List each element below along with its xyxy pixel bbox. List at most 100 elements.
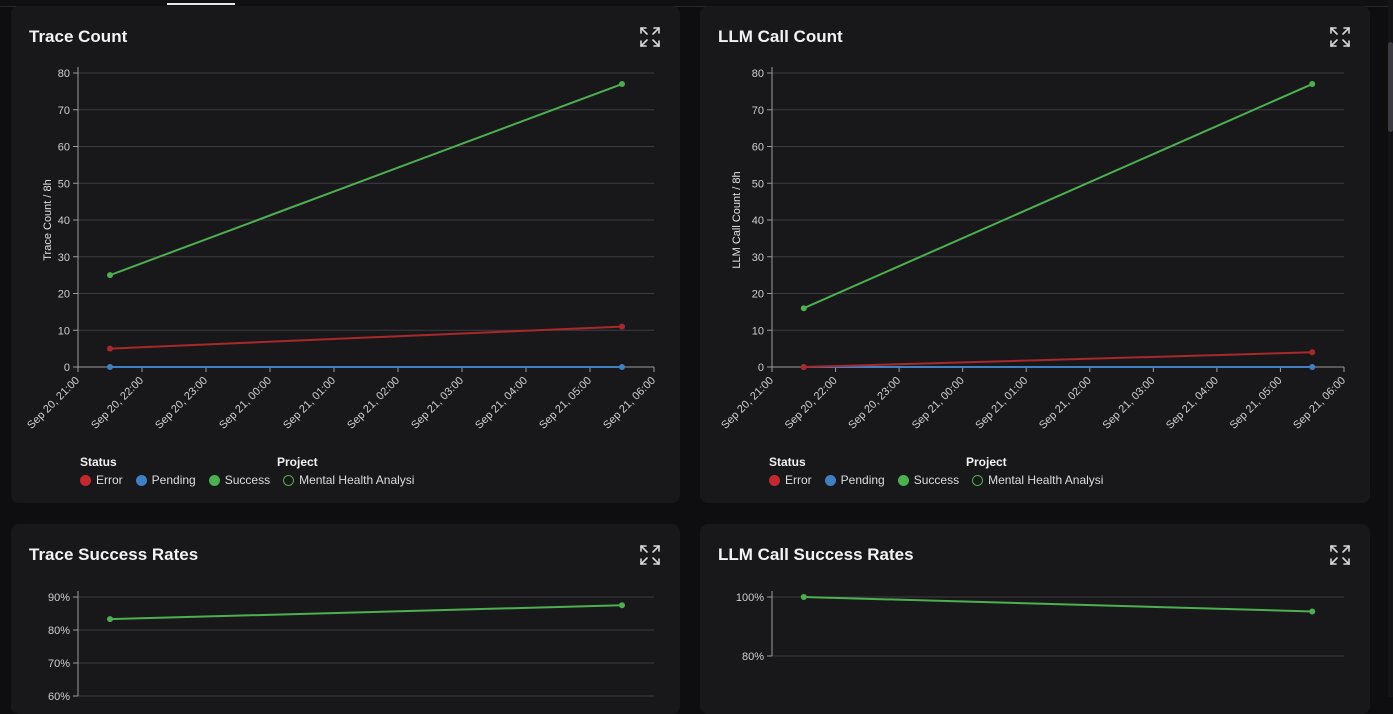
y-tick-label: 90%: [48, 592, 70, 604]
data-point-success[interactable]: [107, 616, 113, 623]
data-point-error[interactable]: [800, 364, 807, 370]
x-tick-label: Sep 21, 04:00: [473, 375, 530, 432]
y-tick-label: 70: [752, 105, 764, 117]
y-tick-label: 0: [758, 362, 764, 374]
x-tick-label: Sep 20, 21:00: [719, 375, 776, 432]
legend-swatch: [135, 474, 147, 486]
llm-call-count-legend: Status Project Error Pending Success Mental H…: [769, 455, 1116, 487]
y-axis-title: Trace Count / 8h: [42, 179, 54, 261]
y-tick-label: 100%: [736, 592, 764, 604]
data-point-pending[interactable]: [619, 364, 625, 370]
legend-label: Pending: [151, 473, 196, 487]
series-line-success: [803, 596, 1313, 613]
legend-swatch: [824, 474, 836, 486]
data-point-error[interactable]: [107, 345, 113, 352]
legend-item-success[interactable]: Success: [208, 473, 271, 487]
data-point-success[interactable]: [800, 305, 807, 312]
y-tick-label: 80%: [742, 651, 764, 663]
y-tick-label: 0: [64, 362, 70, 374]
series-line-success: [803, 83, 1313, 310]
legend-item-success[interactable]: Success: [897, 473, 960, 487]
data-point-pending[interactable]: [1309, 364, 1316, 370]
x-tick-label: Sep 21, 02:00: [345, 375, 402, 432]
y-tick-label: 20: [752, 289, 764, 301]
y-tick-label: 30: [58, 252, 70, 264]
x-tick-label: Sep 21, 05:00: [1228, 375, 1285, 432]
trace-count-chart: 0 10 20 30 40 50 60 70 80 Sep 20, 21:00 Sep 20, 22…: [25, 67, 658, 432]
x-tick-label: Sep 20, 23:00: [846, 375, 903, 432]
trace-count-legend: Status Project Error Pending Success Mental H…: [80, 455, 427, 487]
legend-item-error[interactable]: Error: [769, 473, 812, 487]
x-tick-label: Sep 21, 06:00: [601, 375, 658, 432]
y-tick-label: 40: [752, 215, 764, 227]
legend-label: Success: [913, 473, 960, 487]
legend-label: Success: [224, 473, 271, 487]
y-tick-label: 60: [58, 142, 70, 154]
trace-success-rates-card: Trace Success Rates 60% 70% 80% 90%: [11, 524, 680, 714]
series-line-success: [109, 604, 623, 621]
y-axis-title: LLM Call Count / 8h: [731, 171, 743, 268]
x-tick-label: Sep 20, 22:00: [89, 375, 146, 432]
x-tick-label: Sep 21, 00:00: [217, 375, 274, 432]
scrollbar-thumb[interactable]: [1388, 42, 1393, 132]
trace-count-card: Trace Count 0 10 20 30 40 50 60 70 80 Sep 20, 21:…: [11, 6, 680, 503]
y-tick-label: 50: [58, 178, 70, 190]
x-tick-label: Sep 20, 22:00: [783, 375, 840, 432]
y-tick-label: 30: [752, 252, 764, 264]
data-point-success[interactable]: [619, 602, 625, 609]
data-point-success[interactable]: [800, 594, 807, 600]
data-point-success[interactable]: [107, 272, 113, 279]
data-point-success[interactable]: [619, 81, 625, 88]
x-tick-label: Sep 21, 04:00: [1164, 375, 1221, 432]
y-tick-label: 20: [58, 289, 70, 301]
legend-label: Error: [96, 473, 123, 487]
y-tick-label: 70: [58, 105, 70, 117]
data-point-success[interactable]: [1309, 608, 1316, 615]
y-tick-label: 60%: [48, 691, 70, 703]
y-tick-label: 10: [752, 325, 764, 337]
legend-item-pending[interactable]: Pending: [135, 473, 196, 487]
llm-call-success-rates-chart: 80% 100%: [736, 591, 1344, 663]
legend-headers: Status Project: [769, 455, 1116, 469]
legend-swatch-outline: [283, 474, 295, 486]
legend-label: Pending: [840, 473, 885, 487]
legend-swatch: [769, 474, 780, 486]
data-point-error[interactable]: [1309, 349, 1316, 356]
legend-project-header: Project: [277, 455, 318, 469]
x-tick-label: Sep 21, 00:00: [910, 375, 967, 432]
legend-swatch-outline: [972, 474, 984, 486]
series-line-error: [803, 351, 1313, 368]
llm-call-count-chart: 0 10 20 30 40 50 60 70 80 Sep 20, 21:00 Sep 20, 22…: [719, 67, 1348, 432]
x-tick-label: Sep 21, 03:00: [409, 375, 466, 432]
legend-item-error[interactable]: Error: [80, 473, 123, 487]
y-tick-label: 10: [58, 325, 70, 337]
series-line-success: [109, 83, 623, 277]
x-tick-label: Sep 21, 01:00: [281, 375, 338, 432]
page-scrollbar[interactable]: [1388, 0, 1393, 697]
x-tick-label: Sep 21, 03:00: [1101, 375, 1158, 432]
active-tab-indicator: [167, 3, 235, 5]
x-tick-label: Sep 20, 21:00: [25, 375, 82, 432]
data-point-error[interactable]: [619, 323, 625, 330]
x-tick-label: Sep 21, 02:00: [1037, 375, 1094, 432]
x-tick-label: Sep 20, 23:00: [153, 375, 210, 432]
legend-label: Mental Health Analysi: [299, 473, 415, 487]
legend-headers: Status Project: [80, 455, 427, 469]
y-tick-label: 80: [58, 68, 70, 80]
data-point-success[interactable]: [1309, 81, 1316, 88]
legend-items: Error Pending Success Mental Health Analysi: [769, 473, 1116, 487]
y-tick-label: 40: [58, 215, 70, 227]
legend-item-project[interactable]: Mental Health Analysi: [283, 473, 414, 487]
data-point-pending[interactable]: [107, 364, 113, 370]
legend-item-pending[interactable]: Pending: [824, 473, 885, 487]
legend-project-header: Project: [966, 455, 1007, 469]
x-tick-label: Sep 21, 01:00: [973, 375, 1030, 432]
y-tick-label: 60: [752, 142, 764, 154]
legend-swatch: [80, 474, 91, 486]
x-tick-label: Sep 21, 05:00: [537, 375, 594, 432]
legend-items: Error Pending Success Mental Health Analysi: [80, 473, 427, 487]
legend-item-project[interactable]: Mental Health Analysi: [972, 473, 1103, 487]
y-tick-label: 50: [752, 178, 764, 190]
llm-call-count-card: LLM Call Count 0 10 20 30 40 50 60 70 80 Sep 20, …: [700, 6, 1370, 503]
llm-call-success-rates-card: LLM Call Success Rates 80% 100%: [700, 524, 1370, 714]
